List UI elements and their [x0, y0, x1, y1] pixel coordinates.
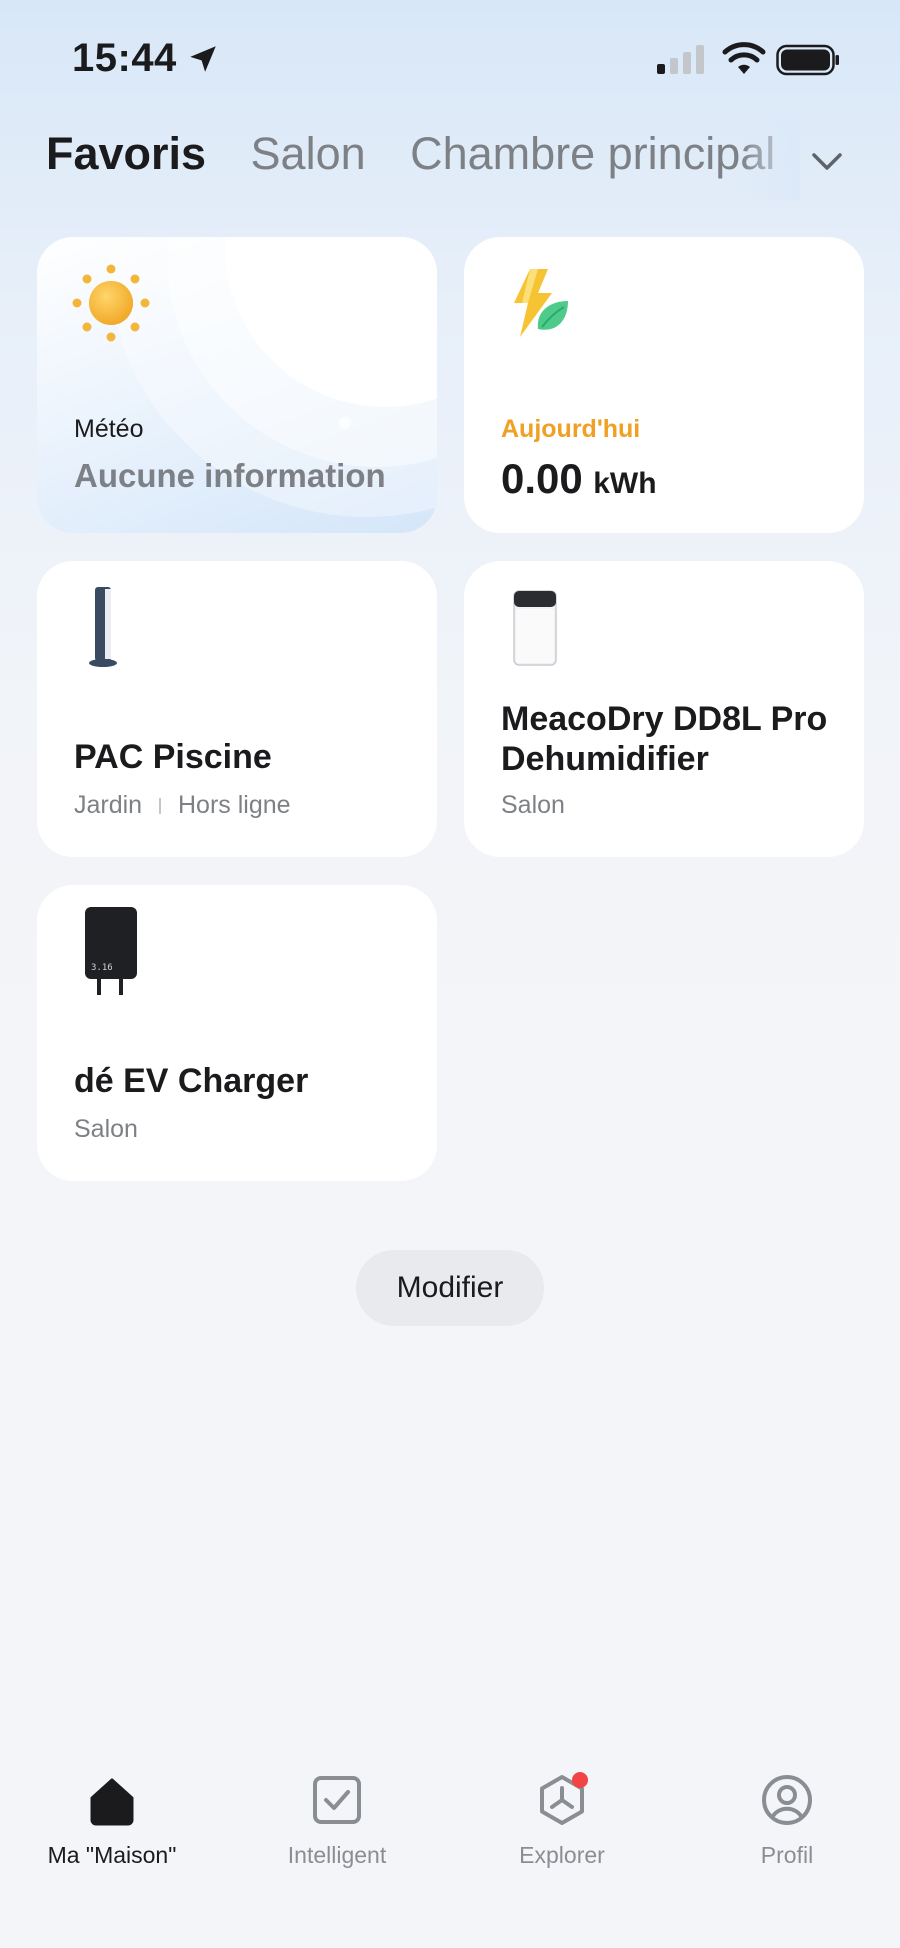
explore-icon: [540, 1772, 588, 1825]
tabs-fade: [740, 120, 800, 200]
chevron-down-icon[interactable]: [806, 140, 848, 182]
device-room: Salon: [74, 1115, 138, 1143]
dehumidifier-icon: [513, 590, 557, 666]
tab-chambre-principal[interactable]: Chambre principal: [410, 128, 775, 180]
device-name: PAC Piscine: [74, 738, 272, 776]
tab-favoris[interactable]: Favoris: [46, 128, 206, 180]
device-room: Salon: [501, 791, 565, 819]
cellular-signal-icon: [657, 45, 704, 74]
device-room: Jardin: [74, 791, 143, 819]
energy-leaf-icon: [514, 269, 568, 337]
charger-display: 3.16: [91, 963, 113, 973]
device-room-status: Jardin Hors ligne: [74, 791, 291, 820]
energy-unit: kWh: [593, 467, 657, 500]
energy-label: Aujourd'hui: [501, 415, 641, 443]
checkbox-icon: [313, 1776, 361, 1824]
energy-card[interactable]: Aujourd'hui 0.00 kWh: [464, 237, 864, 533]
device-card-dehumidifier[interactable]: MeacoDry DD8L Pro Dehumidifier Salon: [464, 561, 864, 857]
home-icon: [90, 1778, 134, 1826]
sun-icon: [72, 264, 150, 342]
device-card-ev-charger[interactable]: 3.16 dé EV Charger Salon: [37, 885, 437, 1181]
edit-button[interactable]: Modifier: [356, 1250, 544, 1326]
room-tabs: Favoris Salon Chambre principal: [46, 128, 836, 192]
energy-reading: 0.00 kWh: [501, 455, 657, 503]
device-name: dé EV Charger: [74, 1062, 309, 1100]
nav-explorer[interactable]: Explorer: [452, 1772, 672, 1869]
location-arrow-icon: [190, 46, 216, 72]
weather-label: Météo: [74, 415, 144, 443]
nav-intelligent-label: Intelligent: [287, 1842, 387, 1868]
battery-icon: [776, 44, 839, 76]
device-name: MeacoDry DD8L Pro Dehumidifier: [501, 700, 828, 778]
divider: [159, 798, 162, 815]
ev-charger-icon: 3.16: [85, 907, 137, 995]
weather-value: Aucune information: [74, 457, 386, 494]
nav-home[interactable]: Ma "Maison": [2, 1772, 222, 1869]
nav-explorer-label: Explorer: [519, 1842, 605, 1868]
heat-pump-icon: [89, 587, 117, 667]
status-time: 15:44: [72, 36, 177, 80]
tab-salon[interactable]: Salon: [251, 128, 366, 180]
device-card-pac-piscine[interactable]: PAC Piscine Jardin Hors ligne: [37, 561, 437, 857]
energy-value: 0.00: [501, 455, 583, 502]
nav-profil-label: Profil: [760, 1842, 814, 1868]
nav-intelligent[interactable]: Intelligent: [227, 1772, 447, 1869]
weather-card[interactable]: Météo Aucune information: [37, 237, 437, 533]
device-status: Hors ligne: [178, 791, 291, 819]
wifi-icon: [722, 42, 766, 74]
profile-icon: [762, 1775, 812, 1825]
nav-home-label: Ma "Maison": [47, 1842, 177, 1868]
nav-profil[interactable]: Profil: [677, 1772, 897, 1869]
